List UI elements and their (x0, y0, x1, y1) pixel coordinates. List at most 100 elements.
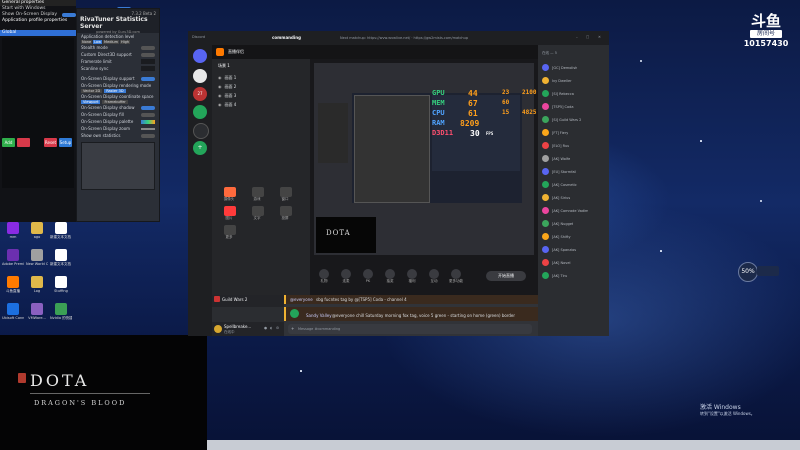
profile-list-item-selected[interactable]: Global (0, 30, 76, 36)
framerate-input[interactable] (141, 59, 155, 64)
stream-tool-button[interactable]: 文字 (246, 206, 270, 221)
member-item[interactable]: Ivy Dweller (542, 74, 606, 87)
osd-support-row[interactable]: On-Screen Display support (77, 75, 159, 82)
stream-tool-button[interactable]: 游戏 (246, 187, 270, 202)
desktop-icon[interactable]: Log (26, 276, 48, 293)
eye-icon[interactable]: ◉ (218, 100, 222, 109)
headphone-icon[interactable]: ◖ (270, 326, 272, 330)
stream-tool-button[interactable]: 摄像头 (218, 187, 242, 202)
bottom-tool-button[interactable]: 更多功能 (448, 269, 464, 284)
desktop-icon[interactable]: New World Closed Beta (26, 249, 48, 266)
setup-button[interactable]: Setup (59, 138, 72, 147)
source-item[interactable]: ◉ 画面 2 (218, 82, 304, 91)
close-icon[interactable]: ✕ (598, 35, 601, 39)
desktop-icon[interactable]: Adobe Premiere... (2, 249, 24, 266)
member-item[interactable]: [GC] Demolish (542, 61, 606, 74)
server-icon-27[interactable]: 27 (193, 87, 207, 101)
member-item[interactable]: [AK] Cosmetic (542, 178, 606, 191)
discord-home-icon[interactable] (193, 49, 207, 63)
osd-shadow-toggle[interactable] (141, 105, 155, 110)
osd-palette-row[interactable]: On-Screen Display palette (77, 118, 159, 125)
osd-support-toggle[interactable] (141, 76, 155, 81)
desktop-icon[interactable]: mm (2, 222, 24, 239)
member-item[interactable]: [AK] Wolfe (542, 152, 606, 165)
member-item[interactable]: [AK] Nugget (542, 217, 606, 230)
start-live-button[interactable]: 开始直播 (486, 271, 526, 281)
own-stats-toggle[interactable] (141, 133, 155, 138)
osd-zoom-row[interactable]: On-Screen Display zoom (77, 125, 159, 132)
settings-gear-icon[interactable]: ⚙ (276, 326, 279, 330)
desktop-icon[interactable]: 新建文本文档 (2) (50, 249, 72, 267)
member-item[interactable]: [FT] Fiery (542, 126, 606, 139)
performance-badge[interactable]: 50% (738, 262, 758, 282)
eye-icon[interactable]: ◉ (218, 82, 222, 91)
member-item[interactable]: [AK] Shifty (542, 230, 606, 243)
scanline-row[interactable]: Scanline sync (77, 65, 159, 72)
source-item[interactable]: ◉ 画面 1 (218, 73, 304, 82)
stream-tool-button[interactable]: 窗口 (274, 187, 298, 202)
scanline-input[interactable] (141, 66, 155, 71)
message-author[interactable]: Sandy Valley (306, 313, 332, 318)
detect-high[interactable]: High (120, 40, 131, 44)
member-item[interactable]: [AK] Sirius (542, 191, 606, 204)
add-button[interactable]: Add (2, 138, 15, 147)
message-input[interactable]: Message #commanding + (288, 324, 532, 334)
profile-list[interactable] (2, 38, 74, 188)
desktop-icon[interactable]: Ubisoft Connect (2, 303, 24, 320)
member-item[interactable]: [ELO] Ruu (542, 139, 606, 152)
desktop-icon[interactable]: ago (26, 222, 48, 239)
bottom-tool-button[interactable]: 抽奖 (382, 269, 398, 284)
server-icon[interactable] (193, 123, 209, 139)
member-item[interactable]: [EU] Stormfall (542, 165, 606, 178)
eye-icon[interactable]: ◉ (218, 91, 222, 100)
framerate-row[interactable]: Framerate limit (77, 58, 159, 65)
stream-tool-button[interactable]: 图片 (218, 206, 242, 221)
add-server-icon[interactable]: + (193, 141, 207, 155)
eye-icon[interactable]: ◉ (218, 73, 222, 82)
osd-fill-toggle[interactable] (141, 112, 155, 117)
bottom-tool-button[interactable]: 连麦 (338, 269, 354, 284)
member-item[interactable]: [AK] Tiru (542, 269, 606, 282)
message-row[interactable]: Sandy Valley @everyone chill Saturday mo… (284, 307, 538, 321)
avatar[interactable] (290, 309, 299, 318)
desktop-icon[interactable]: Nvidia 的快捷方式 (50, 303, 72, 321)
desktop-icon[interactable]: 新建文本文档 (3) (50, 222, 72, 240)
delete-button[interactable] (17, 138, 30, 147)
d3d-row[interactable]: Custom Direct3D support (77, 51, 159, 58)
d3d-toggle[interactable] (141, 52, 155, 57)
scene-label[interactable]: 场景 1 (218, 63, 230, 69)
stealth-toggle[interactable] (141, 45, 155, 50)
source-item[interactable]: ◉ 画面 4 (218, 100, 304, 109)
mic-icon[interactable]: ● (264, 326, 267, 330)
bottom-tool-button[interactable]: 礼物 (316, 269, 332, 284)
server-icon[interactable] (193, 105, 207, 119)
member-item[interactable]: [AK] Novel (542, 256, 606, 269)
avatar[interactable] (214, 325, 222, 333)
member-item[interactable]: [SI] Guild Wars 2 (542, 113, 606, 126)
member-item[interactable]: [AK] Spanzios (542, 243, 606, 256)
show-osd-toggle[interactable] (62, 13, 76, 17)
bottom-tool-button[interactable]: PK (360, 269, 376, 284)
desktop-icon[interactable]: Stuffing (50, 276, 72, 293)
own-stats-row[interactable]: Show own statistics (77, 132, 159, 139)
osd-shadow-row[interactable]: On-Screen Display shadow (77, 104, 159, 111)
message-author[interactable]: @everyone (290, 297, 313, 302)
stealth-row[interactable]: Stealth mode (77, 44, 159, 51)
member-item[interactable]: [TSP5] Coda (542, 100, 606, 113)
osd-palette-swatch[interactable] (141, 119, 155, 124)
desktop-icon[interactable]: 斗鱼直播 (2, 276, 24, 294)
member-item[interactable]: [AK] Comrade Vadim (542, 204, 606, 217)
stream-tool-button[interactable]: 投屏 (274, 206, 298, 221)
osd-zoom-slider[interactable] (141, 127, 155, 130)
attach-plus-icon[interactable]: + (291, 326, 294, 331)
stream-tool-button[interactable]: 更多 (218, 225, 242, 240)
source-item[interactable]: ◉ 画面 3 (218, 91, 304, 100)
server-icon[interactable] (193, 69, 207, 83)
maximize-icon[interactable]: □ (586, 35, 589, 39)
minimize-icon[interactable]: – (576, 35, 578, 39)
bottom-tool-button[interactable]: 互动 (426, 269, 442, 284)
reset-button[interactable]: Reset (44, 138, 57, 147)
osd-fill-row[interactable]: On-Screen Display fill (77, 111, 159, 118)
message-row[interactable]: @everyone sbg fucntes tag by @[TSP5] Cod… (284, 295, 538, 304)
bottom-tool-button[interactable]: 福利 (404, 269, 420, 284)
